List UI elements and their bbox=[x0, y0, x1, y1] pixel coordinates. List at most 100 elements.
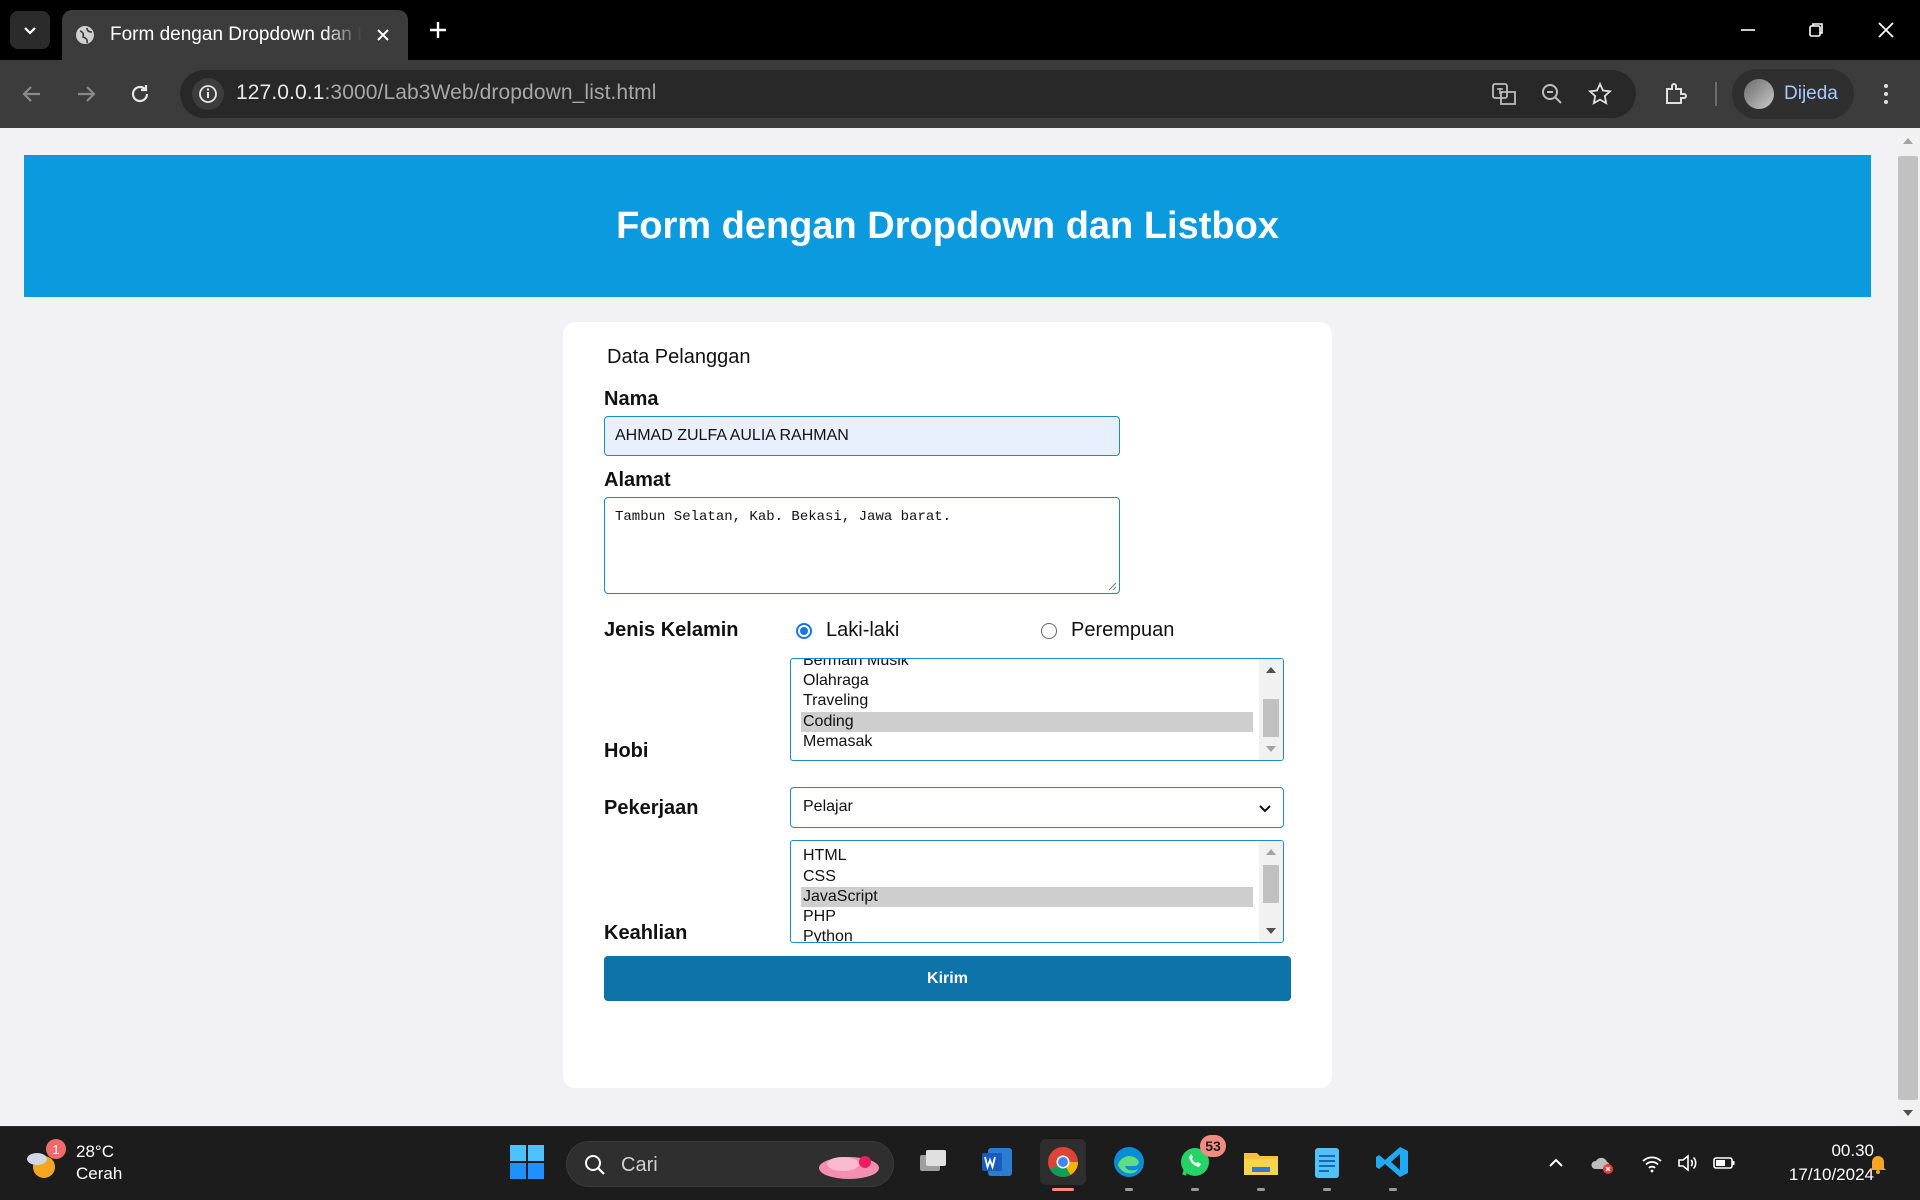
active-indicator bbox=[1052, 1188, 1074, 1191]
word-taskbar-button[interactable] bbox=[974, 1139, 1020, 1185]
close-icon[interactable] bbox=[372, 24, 394, 46]
chevron-down-icon bbox=[1259, 805, 1271, 813]
weather-desc: Cerah bbox=[76, 1164, 123, 1183]
minimize-icon[interactable] bbox=[1732, 14, 1764, 46]
list-item[interactable]: Bermain Musik bbox=[801, 659, 1253, 671]
notification-badge: 53 bbox=[1200, 1135, 1226, 1157]
hobi-listbox[interactable]: Bermain Musik Olahraga Traveling Coding … bbox=[790, 658, 1284, 761]
scroll-thumb[interactable] bbox=[1898, 156, 1918, 1100]
whatsapp-taskbar-button[interactable]: 53 bbox=[1172, 1135, 1226, 1191]
list-item[interactable]: Traveling bbox=[801, 691, 1253, 711]
extensions-icon[interactable] bbox=[1660, 78, 1692, 110]
keahlian-listbox[interactable]: HTML CSS JavaScript PHP Python bbox=[790, 840, 1284, 943]
form-card: Data Pelanggan Nama AHMAD ZULFA AULIA RA… bbox=[563, 322, 1332, 1088]
kirim-button[interactable]: Kirim bbox=[604, 956, 1291, 1001]
alamat-text: Tambun Selatan, Kab. Bekasi, Jawa barat. bbox=[615, 509, 952, 525]
weather-icon: 1 bbox=[24, 1139, 66, 1183]
keahlian-label: Keahlian bbox=[604, 922, 688, 944]
forward-arrow-icon[interactable] bbox=[68, 76, 104, 112]
browser-tab-bar: Form dengan Dropdown dan List bbox=[0, 0, 1920, 60]
url-text: 127.0.0.1:3000/Lab3Web/dropdown_list.htm… bbox=[236, 81, 657, 104]
toolbar-divider bbox=[1715, 82, 1717, 106]
hobi-label: Hobi bbox=[604, 740, 649, 762]
new-tab-plus-icon[interactable] bbox=[424, 16, 452, 44]
start-button[interactable] bbox=[504, 1139, 550, 1185]
task-view-button[interactable] bbox=[910, 1139, 956, 1185]
fieldset-legend: Data Pelanggan bbox=[607, 346, 751, 368]
taskbar-search[interactable]: Cari bbox=[566, 1141, 894, 1187]
tab-search-button[interactable] bbox=[10, 11, 50, 49]
reload-icon[interactable] bbox=[122, 76, 158, 112]
scroll-thumb[interactable] bbox=[1263, 865, 1279, 903]
window-close-icon[interactable] bbox=[1870, 14, 1902, 46]
list-item[interactable]: CSS bbox=[801, 867, 1253, 887]
list-item-selected[interactable]: Coding bbox=[801, 712, 1253, 732]
notification-bell-icon[interactable] bbox=[1866, 1151, 1890, 1175]
bookmark-star-icon[interactable] bbox=[1586, 80, 1614, 108]
running-indicator bbox=[1389, 1188, 1397, 1191]
radio-label-laki-laki: Laki-laki bbox=[826, 619, 900, 641]
edge-taskbar-button[interactable] bbox=[1106, 1139, 1152, 1191]
info-icon bbox=[199, 85, 217, 103]
translate-icon[interactable] bbox=[1490, 80, 1518, 108]
chrome-icon bbox=[1048, 1147, 1078, 1178]
hobi-scrollbar[interactable] bbox=[1259, 659, 1283, 760]
list-item-selected[interactable]: JavaScript bbox=[801, 887, 1253, 907]
list-item[interactable]: Olahraga bbox=[801, 671, 1253, 691]
file-explorer-taskbar-button[interactable] bbox=[1238, 1139, 1284, 1191]
pekerjaan-label: Pekerjaan bbox=[604, 797, 699, 819]
more-menu-icon[interactable] bbox=[1870, 78, 1902, 110]
address-bar[interactable]: 127.0.0.1:3000/Lab3Web/dropdown_list.htm… bbox=[180, 70, 1636, 118]
vscode-taskbar-button[interactable] bbox=[1370, 1139, 1416, 1191]
weather-widget[interactable]: 1 28°C Cerah bbox=[24, 1139, 123, 1185]
scroll-up-arrow-icon[interactable] bbox=[1265, 665, 1277, 675]
word-icon bbox=[982, 1148, 1012, 1176]
list-item[interactable]: Python bbox=[801, 927, 1253, 942]
battery-icon[interactable] bbox=[1712, 1151, 1736, 1175]
globe-icon bbox=[76, 26, 94, 44]
list-item[interactable]: HTML bbox=[801, 846, 1253, 866]
scroll-up-arrow-icon[interactable] bbox=[1902, 136, 1914, 146]
radio-perempuan[interactable] bbox=[1041, 623, 1057, 639]
restore-icon[interactable] bbox=[1800, 14, 1832, 46]
scroll-up-arrow-icon[interactable] bbox=[1265, 847, 1277, 857]
search-placeholder: Cari bbox=[621, 1154, 658, 1176]
zoom-out-icon[interactable] bbox=[1538, 80, 1566, 108]
browser-toolbar: 127.0.0.1:3000/Lab3Web/dropdown_list.htm… bbox=[0, 60, 1920, 128]
system-clock[interactable]: 00.30 17/10/2024 bbox=[1760, 1139, 1874, 1187]
browser-tab[interactable]: Form dengan Dropdown dan List bbox=[62, 10, 408, 60]
resize-grip-icon[interactable] bbox=[1107, 581, 1117, 591]
running-indicator bbox=[1257, 1188, 1265, 1191]
show-hidden-icons-chevron-up-icon[interactable] bbox=[1544, 1151, 1568, 1175]
scroll-down-arrow-icon[interactable] bbox=[1265, 926, 1277, 936]
nama-input[interactable]: AHMAD ZULFA AULIA RAHMAN bbox=[604, 416, 1120, 456]
back-arrow-icon[interactable] bbox=[14, 76, 50, 112]
radio-laki-laki[interactable] bbox=[796, 623, 812, 639]
list-item[interactable]: Memasak bbox=[801, 732, 1253, 752]
pekerjaan-select[interactable]: Pelajar bbox=[790, 787, 1284, 828]
folder-icon bbox=[1244, 1153, 1278, 1175]
page-scrollbar[interactable] bbox=[1896, 128, 1920, 1126]
weather-temp: 28°C bbox=[76, 1142, 114, 1161]
onedrive-error-icon[interactable] bbox=[1590, 1151, 1614, 1175]
wifi-icon[interactable] bbox=[1640, 1151, 1664, 1175]
clock-date: 17/10/2024 bbox=[1788, 1165, 1874, 1184]
keahlian-scrollbar[interactable] bbox=[1259, 841, 1283, 942]
scroll-down-arrow-icon[interactable] bbox=[1265, 744, 1277, 754]
task-view-icon bbox=[920, 1150, 946, 1171]
vscode-icon bbox=[1376, 1147, 1408, 1177]
chrome-taskbar-button[interactable] bbox=[1040, 1139, 1086, 1191]
windows-taskbar: 1 28°C Cerah Cari 53 00.30 17/10/2024 bbox=[0, 1126, 1920, 1200]
profile-button[interactable]: Dijeda bbox=[1732, 69, 1854, 119]
notepad-taskbar-button[interactable] bbox=[1304, 1139, 1350, 1191]
alamat-label: Alamat bbox=[604, 469, 671, 491]
windows-logo-icon bbox=[510, 1145, 544, 1179]
scroll-thumb[interactable] bbox=[1263, 699, 1279, 737]
list-item[interactable]: PHP bbox=[801, 907, 1253, 927]
alamat-textarea[interactable]: Tambun Selatan, Kab. Bekasi, Jawa barat. bbox=[604, 497, 1120, 594]
site-info-button[interactable] bbox=[192, 78, 224, 110]
volume-icon[interactable] bbox=[1675, 1151, 1699, 1175]
search-highlight-illustration-icon bbox=[819, 1156, 879, 1179]
avatar bbox=[1744, 79, 1774, 109]
scroll-down-arrow-icon[interactable] bbox=[1902, 1108, 1914, 1118]
